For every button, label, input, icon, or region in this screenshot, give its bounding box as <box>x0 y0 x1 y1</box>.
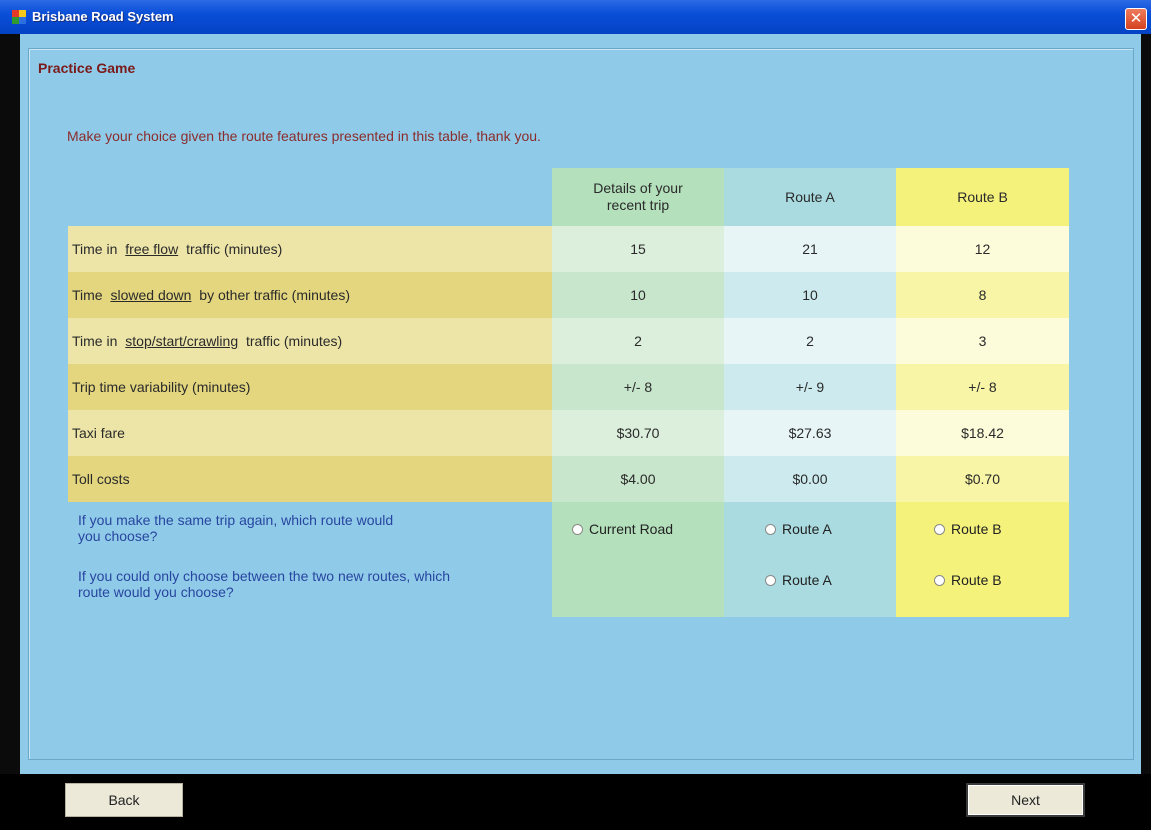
close-icon[interactable]: ✕ <box>1125 8 1147 30</box>
choice-area-current <box>552 502 724 617</box>
cell-route-a: 10 <box>724 272 896 318</box>
question-two-routes: If you could only choose between the two… <box>78 568 450 600</box>
row-label: Toll costs <box>68 456 552 502</box>
radio-circle-icon[interactable] <box>765 574 776 586</box>
cell-current: 15 <box>552 226 724 272</box>
cell-route-a: +/- 9 <box>724 364 896 410</box>
back-button[interactable]: Back <box>65 783 183 817</box>
cell-route-b: +/- 8 <box>896 364 1069 410</box>
row-label-text: traffic (minutes) <box>242 333 343 349</box>
cell-route-b: $18.42 <box>896 410 1069 456</box>
radio-label: Route A <box>782 521 832 537</box>
choice-area-route-a <box>724 502 896 617</box>
group-label: Practice Game <box>34 60 140 76</box>
intro-text: Make your choice given the route feature… <box>67 128 541 144</box>
cell-route-b: 3 <box>896 318 1069 364</box>
radio-circle-icon[interactable] <box>765 523 776 535</box>
row-label-underlined: slowed down <box>110 287 192 303</box>
row-label: Time slowed down by other traffic (minut… <box>68 272 552 318</box>
choice-area-route-b <box>896 502 1069 617</box>
window-title: Brisbane Road System <box>32 9 174 24</box>
question-same-trip: If you make the same trip again, which r… <box>78 512 394 544</box>
row-label-text: by other traffic (minutes) <box>195 287 350 303</box>
radio-label: Route B <box>951 572 1002 588</box>
row-label-underlined: stop/start/crawling <box>125 333 239 349</box>
row-label: Taxi fare <box>68 410 552 456</box>
row-label-text: traffic (minutes) <box>182 241 283 257</box>
header-route-b: Route B <box>896 168 1069 226</box>
app-icon <box>12 10 26 24</box>
cell-current: 10 <box>552 272 724 318</box>
radio-circle-icon[interactable] <box>934 574 945 586</box>
row-label: Trip time variability (minutes) <box>68 364 552 410</box>
cell-route-a: 21 <box>724 226 896 272</box>
cell-route-b: $0.70 <box>896 456 1069 502</box>
radio-label: Route B <box>951 521 1002 537</box>
radio-circle-icon[interactable] <box>934 523 945 535</box>
cell-route-a: 2 <box>724 318 896 364</box>
app-window: Brisbane Road System ✕ Practice Game Mak… <box>0 0 1151 830</box>
cell-current: $4.00 <box>552 456 724 502</box>
title-bar[interactable]: Brisbane Road System ✕ <box>0 0 1151 34</box>
row-label-text: Time in <box>72 241 122 257</box>
next-button[interactable]: Next <box>966 783 1085 817</box>
radio-q2-route-b[interactable]: Route B <box>934 572 1002 588</box>
cell-route-a: $27.63 <box>724 410 896 456</box>
row-label: Time in stop/start/crawling traffic (min… <box>68 318 552 364</box>
cell-route-b: 8 <box>896 272 1069 318</box>
cell-route-b: 12 <box>896 226 1069 272</box>
cell-current: +/- 8 <box>552 364 724 410</box>
radio-q2-route-a[interactable]: Route A <box>765 572 832 588</box>
header-route-a: Route A <box>724 168 896 226</box>
row-label-text: Trip time variability (minutes) <box>72 379 251 395</box>
row-label-text: Taxi fare <box>72 425 125 441</box>
radio-label: Route A <box>782 572 832 588</box>
cell-current: $30.70 <box>552 410 724 456</box>
row-label: Time in free flow traffic (minutes) <box>68 226 552 272</box>
row-label-text: Time <box>72 287 107 303</box>
radio-label: Current Road <box>589 521 674 537</box>
cell-route-a: $0.00 <box>724 456 896 502</box>
radio-q1-route-b[interactable]: Route B <box>934 521 1002 537</box>
row-label-text: Toll costs <box>72 471 130 487</box>
radio-circle-icon[interactable] <box>572 523 583 535</box>
header-current: Details of your recent trip <box>552 168 724 226</box>
radio-current-road[interactable]: Current Road <box>572 521 673 537</box>
row-label-underlined: free flow <box>125 241 179 257</box>
radio-q1-route-a[interactable]: Route A <box>765 521 832 537</box>
row-label-text: Time in <box>72 333 122 349</box>
cell-current: 2 <box>552 318 724 364</box>
